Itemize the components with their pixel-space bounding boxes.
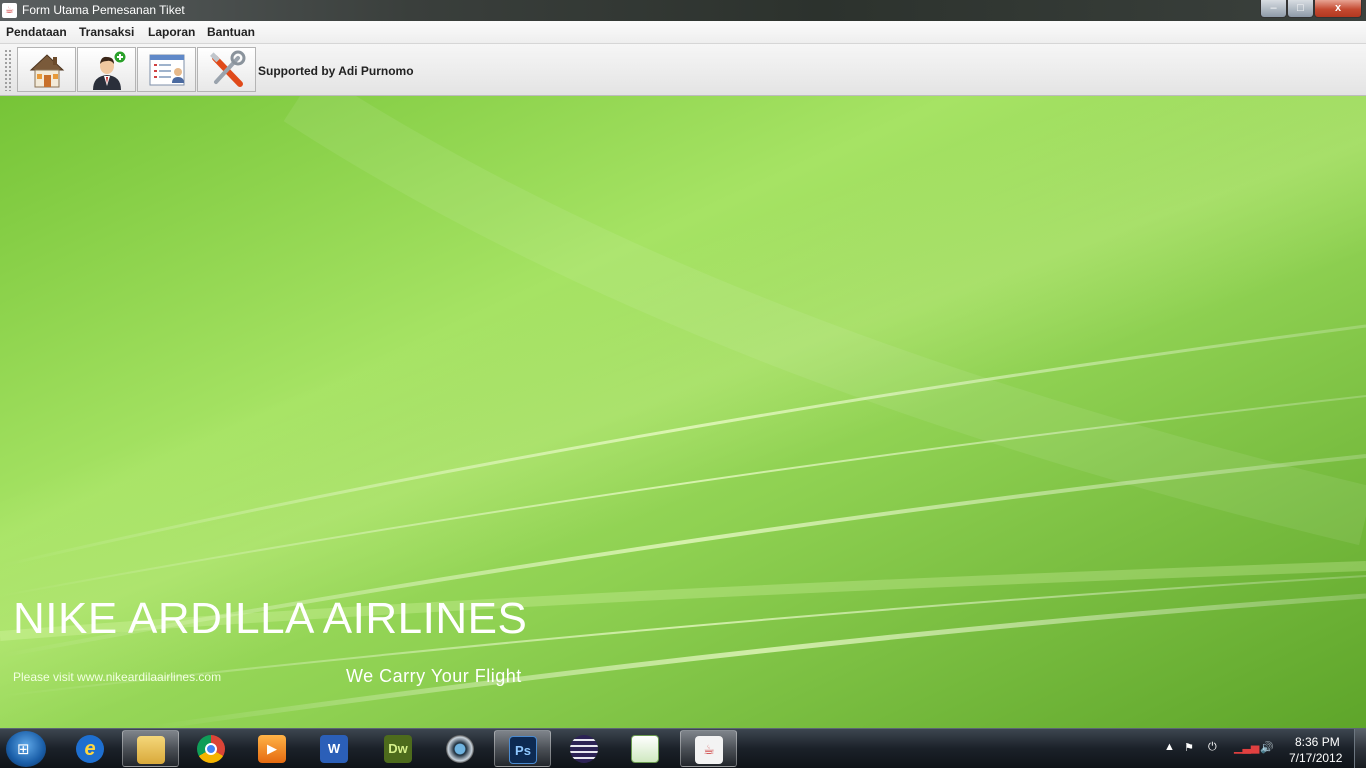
add-user-icon xyxy=(93,50,127,90)
volume-icon[interactable]: 🔊 xyxy=(1260,741,1274,754)
report-button[interactable] xyxy=(137,47,196,92)
dreamweaver-icon: Dw xyxy=(384,735,412,763)
home-button[interactable] xyxy=(17,47,76,92)
taskbar-word[interactable]: W xyxy=(306,730,363,767)
menu-transaksi[interactable]: Transaksi xyxy=(79,25,134,39)
toolbar: Supported by Adi Purnomo xyxy=(0,44,1366,96)
photoshop-icon: Ps xyxy=(509,736,537,764)
taskbar-editor[interactable] xyxy=(617,730,674,767)
airline-tagline: We Carry Your Flight xyxy=(346,666,522,686)
window-title: Form Utama Pemesanan Tiket xyxy=(22,3,185,17)
close-button[interactable]: x xyxy=(1314,0,1362,18)
action-center-flag-icon[interactable]: ⚑ xyxy=(1184,741,1194,754)
taskbar-camera-app[interactable] xyxy=(432,730,489,767)
report-form-icon xyxy=(149,54,185,86)
editor-icon xyxy=(631,735,659,763)
website-note: Please visit www.nikeardilaairlines.com xyxy=(13,670,222,684)
minimize-button[interactable]: ‒ xyxy=(1260,0,1287,18)
tools-icon xyxy=(210,50,246,87)
windows-start-icon[interactable]: ⊞ xyxy=(6,731,46,767)
menu-laporan[interactable]: Laporan xyxy=(148,25,195,39)
camera-app-icon xyxy=(446,735,474,763)
home-icon xyxy=(29,54,65,88)
add-user-button[interactable] xyxy=(77,47,136,92)
taskbar-chrome[interactable] xyxy=(183,730,240,767)
taskbar: ⊞ e ▶ W Dw Ps ☕ ▲ ⚑ ⏻ ▁▃▅ 🔊 8:36 PM 7/17… xyxy=(0,728,1366,768)
window-titlebar: ☕ Form Utama Pemesanan Tiket ‒ □ x xyxy=(0,0,1366,21)
eclipse-icon xyxy=(570,735,598,763)
word-icon: W xyxy=(320,735,348,763)
taskbar-media-player[interactable]: ▶ xyxy=(244,730,301,767)
clock-time[interactable]: 8:36 PM xyxy=(1295,735,1340,749)
chrome-icon xyxy=(197,735,225,763)
java-icon: ☕ xyxy=(695,736,723,764)
show-hidden-icons-icon[interactable]: ▲ xyxy=(1164,741,1175,753)
menu-bar: Pendataan Transaksi Laporan Bantuan xyxy=(0,21,1366,44)
settings-button[interactable] xyxy=(197,47,256,92)
clock-date[interactable]: 7/17/2012 xyxy=(1289,751,1342,765)
taskbar-dreamweaver[interactable]: Dw xyxy=(370,730,427,767)
maximize-button[interactable]: □ xyxy=(1287,0,1314,18)
internet-explorer-icon: e xyxy=(76,735,104,763)
airline-brand-title: NIKE ARDILLA AIRLINES xyxy=(13,594,528,643)
file-explorer-icon xyxy=(137,736,165,764)
toolbar-grip[interactable] xyxy=(4,49,12,91)
power-plug-icon[interactable]: ⏻ xyxy=(1208,741,1217,754)
menu-bantuan[interactable]: Bantuan xyxy=(207,25,255,39)
taskbar-eclipse[interactable] xyxy=(556,730,613,767)
credit-label: Supported by Adi Purnomo xyxy=(258,64,414,78)
taskbar-file-explorer[interactable] xyxy=(122,730,179,767)
system-tray: ▲ ⚑ ⏻ ▁▃▅ 🔊 8:36 PM 7/17/2012 xyxy=(1160,729,1366,768)
network-signal-icon[interactable]: ▁▃▅ xyxy=(1234,741,1259,754)
menu-pendataan[interactable]: Pendataan xyxy=(6,25,67,39)
main-banner: NIKE ARDILLA AIRLINES Please visit www.n… xyxy=(0,96,1366,728)
taskbar-java[interactable]: ☕ xyxy=(680,730,737,767)
taskbar-internet-explorer[interactable]: e xyxy=(62,730,119,767)
java-cup-icon[interactable]: ☕ xyxy=(2,3,17,18)
taskbar-photoshop[interactable]: Ps xyxy=(494,730,551,767)
media-player-icon: ▶ xyxy=(258,735,286,763)
show-desktop-button[interactable] xyxy=(1354,729,1366,768)
